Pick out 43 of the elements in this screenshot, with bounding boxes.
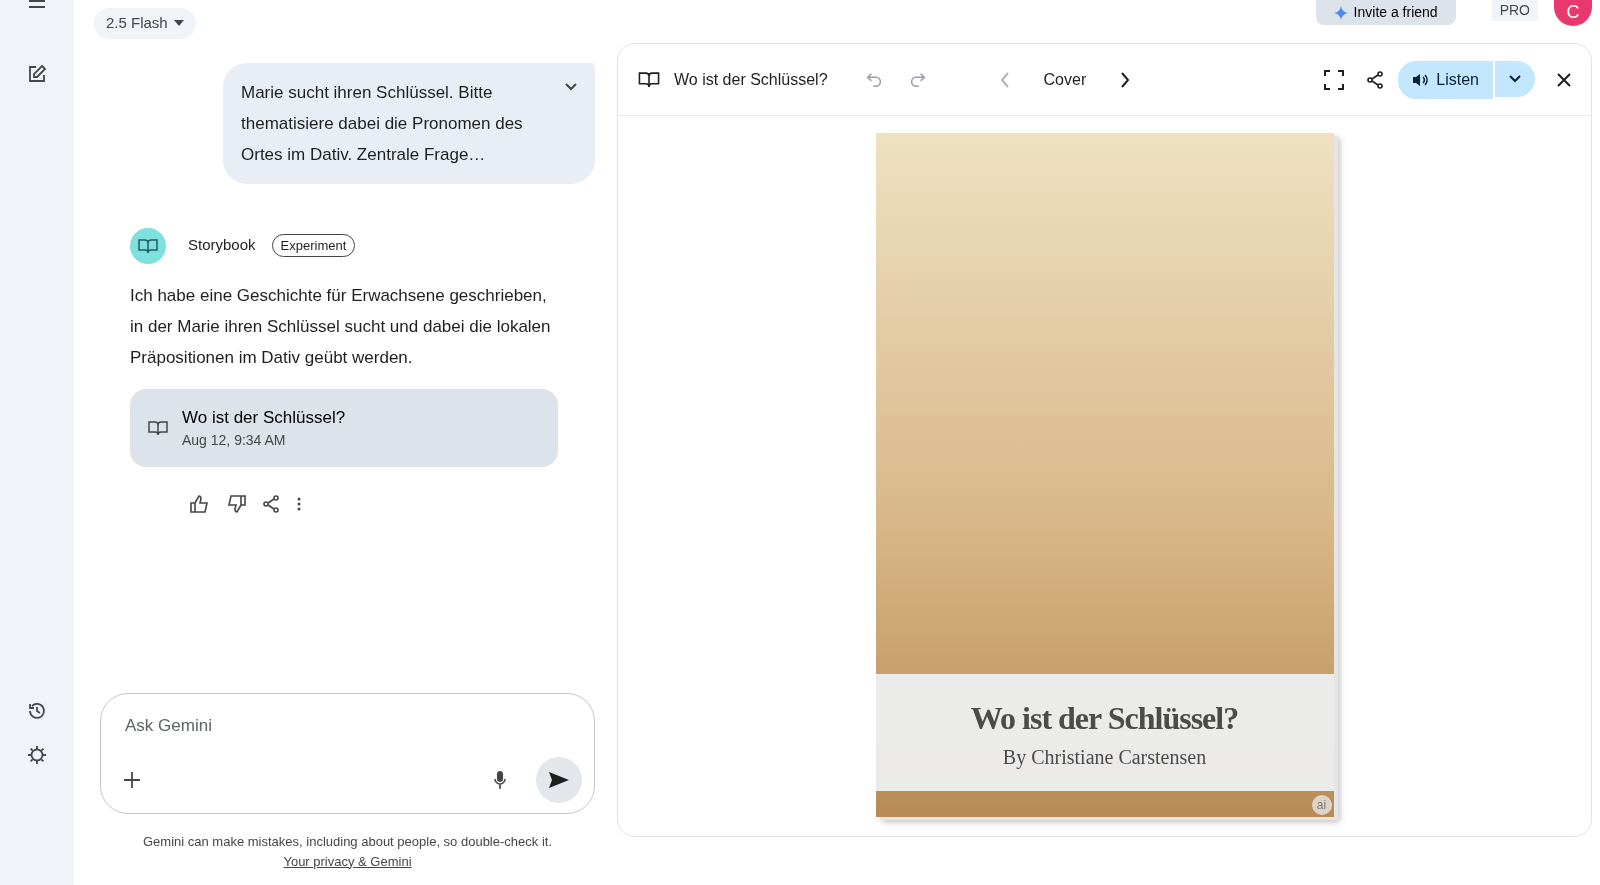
response-text: Ich habe eine Geschichte für Erwachsene geschrieben, in der Marie ihren Schlüssel sucht und dabei die lokalen Präpositionen im Dativ geübt werden.	[130, 284, 552, 369]
book-icon	[148, 419, 168, 436]
listen-button[interactable]: Listen	[1398, 60, 1493, 99]
plan-label: PRO	[1491, 0, 1538, 21]
send-button[interactable]	[536, 757, 582, 803]
send-icon	[548, 771, 570, 789]
fullscreen-icon[interactable]	[1324, 69, 1345, 90]
caret-icon	[173, 20, 184, 27]
account-avatar[interactable]: C	[1554, 0, 1592, 26]
history-icon[interactable]	[27, 701, 47, 721]
share-icon[interactable]	[1366, 70, 1385, 89]
cover-title: Wo ist der Schlüssel?	[970, 698, 1239, 738]
cover-author: By Christiane Carstensen	[1002, 744, 1207, 771]
share-icon[interactable]	[262, 495, 280, 513]
more-options-icon[interactable]	[296, 496, 302, 512]
settings-icon[interactable]	[27, 745, 47, 765]
invite-button[interactable]: Invite a friend	[1315, 0, 1456, 25]
ai-badge: ai	[1311, 795, 1332, 815]
story-title: Wo ist der Schlüssel?	[674, 69, 828, 90]
menu-button[interactable]	[28, 0, 46, 8]
privacy-link[interactable]: Your privacy & Gemini	[283, 853, 412, 869]
disclaimer-text: Gemini can make mistakes, including about people, so double-check it.	[142, 833, 553, 851]
thumbs-down-icon[interactable]	[226, 495, 246, 513]
prompt-text: Marie sucht ihren Schlüssel. Bitte thematisiere dabei die Pronomen des Ortes im Dativ. Zentrale Frage…	[241, 81, 524, 166]
microphone-icon[interactable]	[494, 770, 506, 790]
listen-options-button[interactable]	[1495, 60, 1535, 97]
sparkle-icon	[1333, 5, 1348, 20]
close-icon[interactable]	[1557, 72, 1571, 87]
story-title: Wo ist der Schlüssel?	[182, 406, 346, 429]
story-date: Aug 12, 9:34 AM	[182, 431, 287, 450]
story-card[interactable]: Wo ist der Schlüssel? Aug 12, 9:34 AM	[130, 388, 558, 467]
sender-name: Storybook	[188, 235, 256, 256]
add-icon[interactable]	[123, 771, 141, 789]
speaker-icon	[1412, 72, 1429, 87]
page-label: Cover	[1043, 69, 1087, 90]
storybook-avatar-icon	[130, 227, 166, 264]
model-selector[interactable]: 2.5 Flash	[94, 8, 196, 39]
chevron-down-icon	[1509, 75, 1521, 84]
book-icon	[638, 71, 660, 88]
expand-button[interactable]	[565, 82, 577, 91]
new-chat-button[interactable]	[27, 64, 47, 84]
thumbs-up-icon[interactable]	[190, 495, 210, 513]
next-page-button[interactable]	[1120, 71, 1131, 88]
